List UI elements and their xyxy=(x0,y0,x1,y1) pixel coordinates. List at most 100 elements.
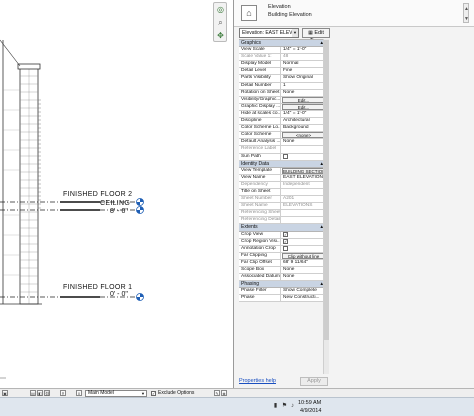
property-value[interactable] xyxy=(281,189,326,195)
flag-icon[interactable]: ⚑ xyxy=(281,403,288,410)
type-selector[interactable]: ⌂ Elevation Building Elevation ▲ ▼ xyxy=(234,0,474,27)
property-row[interactable]: Scope Box None xyxy=(239,267,326,275)
property-row[interactable]: Sheet Name ELEVATIONS xyxy=(239,203,326,211)
select-pinned-icon[interactable]: ✎ xyxy=(214,390,220,396)
property-value[interactable]: None xyxy=(281,139,326,145)
navigation-bar[interactable]: ◎ ⌕ ✥ xyxy=(213,2,227,42)
property-value[interactable]: None xyxy=(281,90,326,96)
property-value[interactable]: Show Complete xyxy=(281,288,326,294)
property-row[interactable]: Hide at scales co... 1/4" = 1'-0" xyxy=(239,110,326,119)
level-label-ceiling[interactable]: CEILING xyxy=(100,200,130,207)
property-row[interactable]: Far Clipping Clip without line xyxy=(239,252,326,260)
model-select[interactable]: Main Model ▼ xyxy=(85,390,147,397)
property-row[interactable]: Detail Level Fine xyxy=(239,68,326,76)
scale-icon[interactable]: 0 xyxy=(76,390,82,396)
property-row[interactable]: Crop View ✓ xyxy=(239,231,326,239)
property-button-cell[interactable]: Edit... xyxy=(281,96,326,103)
property-row[interactable]: Sheet Number A201 xyxy=(239,196,326,204)
instance-filter-select[interactable]: Elevation: EAST ELEVA ▼ xyxy=(239,28,299,38)
property-edit-button[interactable]: Edit... xyxy=(282,103,325,110)
network-icon[interactable]: ▮ xyxy=(272,403,279,410)
property-edit-button[interactable]: <none> xyxy=(282,132,325,139)
section-header[interactable]: Graphics ▲ xyxy=(239,40,326,48)
property-row[interactable]: Rotation on Sheet None xyxy=(239,89,326,97)
property-value[interactable]: Architectural xyxy=(281,118,326,124)
clock-time[interactable]: 10:59 AM xyxy=(298,400,321,406)
property-value[interactable]: None xyxy=(281,274,326,280)
property-row[interactable]: Annotation Crop xyxy=(239,245,326,253)
property-button-cell[interactable]: Edit... xyxy=(281,103,326,110)
property-value[interactable]: Show Original xyxy=(281,75,326,81)
edit-type-button[interactable]: ▦ Edit Type xyxy=(302,28,330,44)
property-row[interactable]: Parts Visibility Show Original xyxy=(239,75,326,83)
property-row[interactable]: Detail Number 1 xyxy=(239,82,326,90)
property-row[interactable]: Color Scheme <none> xyxy=(239,132,326,140)
editable-only-icon[interactable]: ◧ xyxy=(37,390,43,396)
select-underlay-icon[interactable]: ◈ xyxy=(221,390,227,396)
property-row[interactable]: Dependency Independent xyxy=(239,181,326,189)
property-edit-button[interactable]: Edit... xyxy=(282,96,325,103)
property-edit-button[interactable]: BUILDING SECTIONS xyxy=(282,167,326,174)
property-row[interactable]: Discipline Architectural xyxy=(239,118,326,126)
property-value[interactable]: New Constructi... xyxy=(281,295,326,301)
property-row[interactable]: View Scale 1/4" = 1'-0" xyxy=(239,47,326,55)
property-row[interactable]: Far Clip Offset 68' 9 11/64" xyxy=(239,259,326,267)
property-value[interactable]: 1/4" = 1'-0" xyxy=(281,47,326,53)
property-button-cell[interactable]: Clip without line xyxy=(281,252,326,259)
property-row[interactable]: Referencing Detail xyxy=(239,217,326,225)
property-value[interactable]: 1 xyxy=(281,83,326,89)
property-row[interactable]: View Template BUILDING SECTIONS xyxy=(239,167,326,175)
property-checkbox-cell[interactable]: ✓ xyxy=(281,239,326,245)
property-row[interactable]: Display Model Normal xyxy=(239,61,326,69)
property-row[interactable]: Color Scheme Lo... Background xyxy=(239,125,326,133)
select-links-icon[interactable]: ⛓ xyxy=(44,390,50,396)
level-value-ceiling[interactable]: 8' - 0" xyxy=(110,208,128,215)
property-checkbox[interactable] xyxy=(283,246,288,252)
property-row[interactable]: Title on Sheet xyxy=(239,188,326,197)
properties-help-link[interactable]: Properties help xyxy=(239,378,276,384)
property-checkbox-cell[interactable] xyxy=(281,246,326,252)
property-row[interactable]: Default Analysis ... None xyxy=(239,139,326,147)
property-row[interactable]: Visibility/Graphic... Edit... xyxy=(239,96,326,104)
type-scroll-icon[interactable]: ▲ ▼ xyxy=(463,3,469,23)
property-row[interactable]: Reference Label xyxy=(239,146,326,154)
section-header[interactable]: Identity Data ▲ xyxy=(239,160,326,168)
property-value[interactable]: None xyxy=(281,267,326,273)
level-label-finished-floor-2[interactable]: FINISHED FLOOR 2 xyxy=(63,191,132,198)
property-checkbox[interactable] xyxy=(283,154,288,159)
property-row[interactable]: Phase Filter Show Complete xyxy=(239,288,326,296)
property-checkbox[interactable]: ✓ xyxy=(283,232,288,238)
property-checkbox-cell[interactable]: ✓ xyxy=(281,232,326,238)
property-row[interactable]: Crop Region Visi... ✓ xyxy=(239,238,326,246)
property-checkbox[interactable]: ✓ xyxy=(283,239,288,245)
property-row[interactable]: Graphic Display ... Edit... xyxy=(239,103,326,111)
exclude-options-checkbox[interactable]: ✓ xyxy=(151,390,156,396)
design-options-icon[interactable]: ▤ xyxy=(30,390,36,396)
property-value[interactable]: 68' 9 11/64" xyxy=(281,260,326,266)
property-value[interactable]: EAST ELEVATION xyxy=(281,175,326,181)
property-value[interactable]: Background xyxy=(281,125,326,131)
level-label-finished-floor-1[interactable]: FINISHED FLOOR 1 xyxy=(63,284,132,291)
property-button-cell[interactable]: <none> xyxy=(281,132,326,139)
section-header[interactable]: Extents ▲ xyxy=(239,224,326,232)
zoom-icon[interactable]: ⌕ xyxy=(215,17,226,28)
pan-icon[interactable]: ✥ xyxy=(215,30,226,41)
volume-icon[interactable]: ♪ xyxy=(289,403,296,410)
property-row[interactable]: Phase New Constructi... xyxy=(239,295,326,303)
apply-button[interactable]: Apply xyxy=(300,377,328,386)
property-row[interactable]: Associated Datum None xyxy=(239,274,326,282)
filter-icon[interactable]: ⚲ xyxy=(60,390,66,396)
property-row[interactable]: Sun Path xyxy=(239,153,326,161)
property-value[interactable]: 1/4" = 1'-0" xyxy=(281,111,326,117)
chevron-down-icon[interactable]: ▼ xyxy=(292,29,298,37)
property-row[interactable]: View Name EAST ELEVATION xyxy=(239,174,326,182)
clock-date[interactable]: 4/9/2014 xyxy=(300,408,321,414)
property-button-cell[interactable]: BUILDING SECTIONS xyxy=(281,167,326,174)
steering-wheel-icon[interactable]: ◎ xyxy=(215,4,226,15)
property-value[interactable]: Normal xyxy=(281,61,326,67)
property-checkbox-cell[interactable] xyxy=(281,154,326,160)
level-value-finished-floor-1[interactable]: 0' - 0" xyxy=(110,291,128,298)
property-row[interactable]: Scale Value 1: 48 xyxy=(239,54,326,62)
workset-icon[interactable]: ▣ xyxy=(2,390,8,396)
drawing-canvas[interactable]: FINISHED FLOOR 2 CEILING 8' - 0" FINISHE… xyxy=(0,0,232,388)
